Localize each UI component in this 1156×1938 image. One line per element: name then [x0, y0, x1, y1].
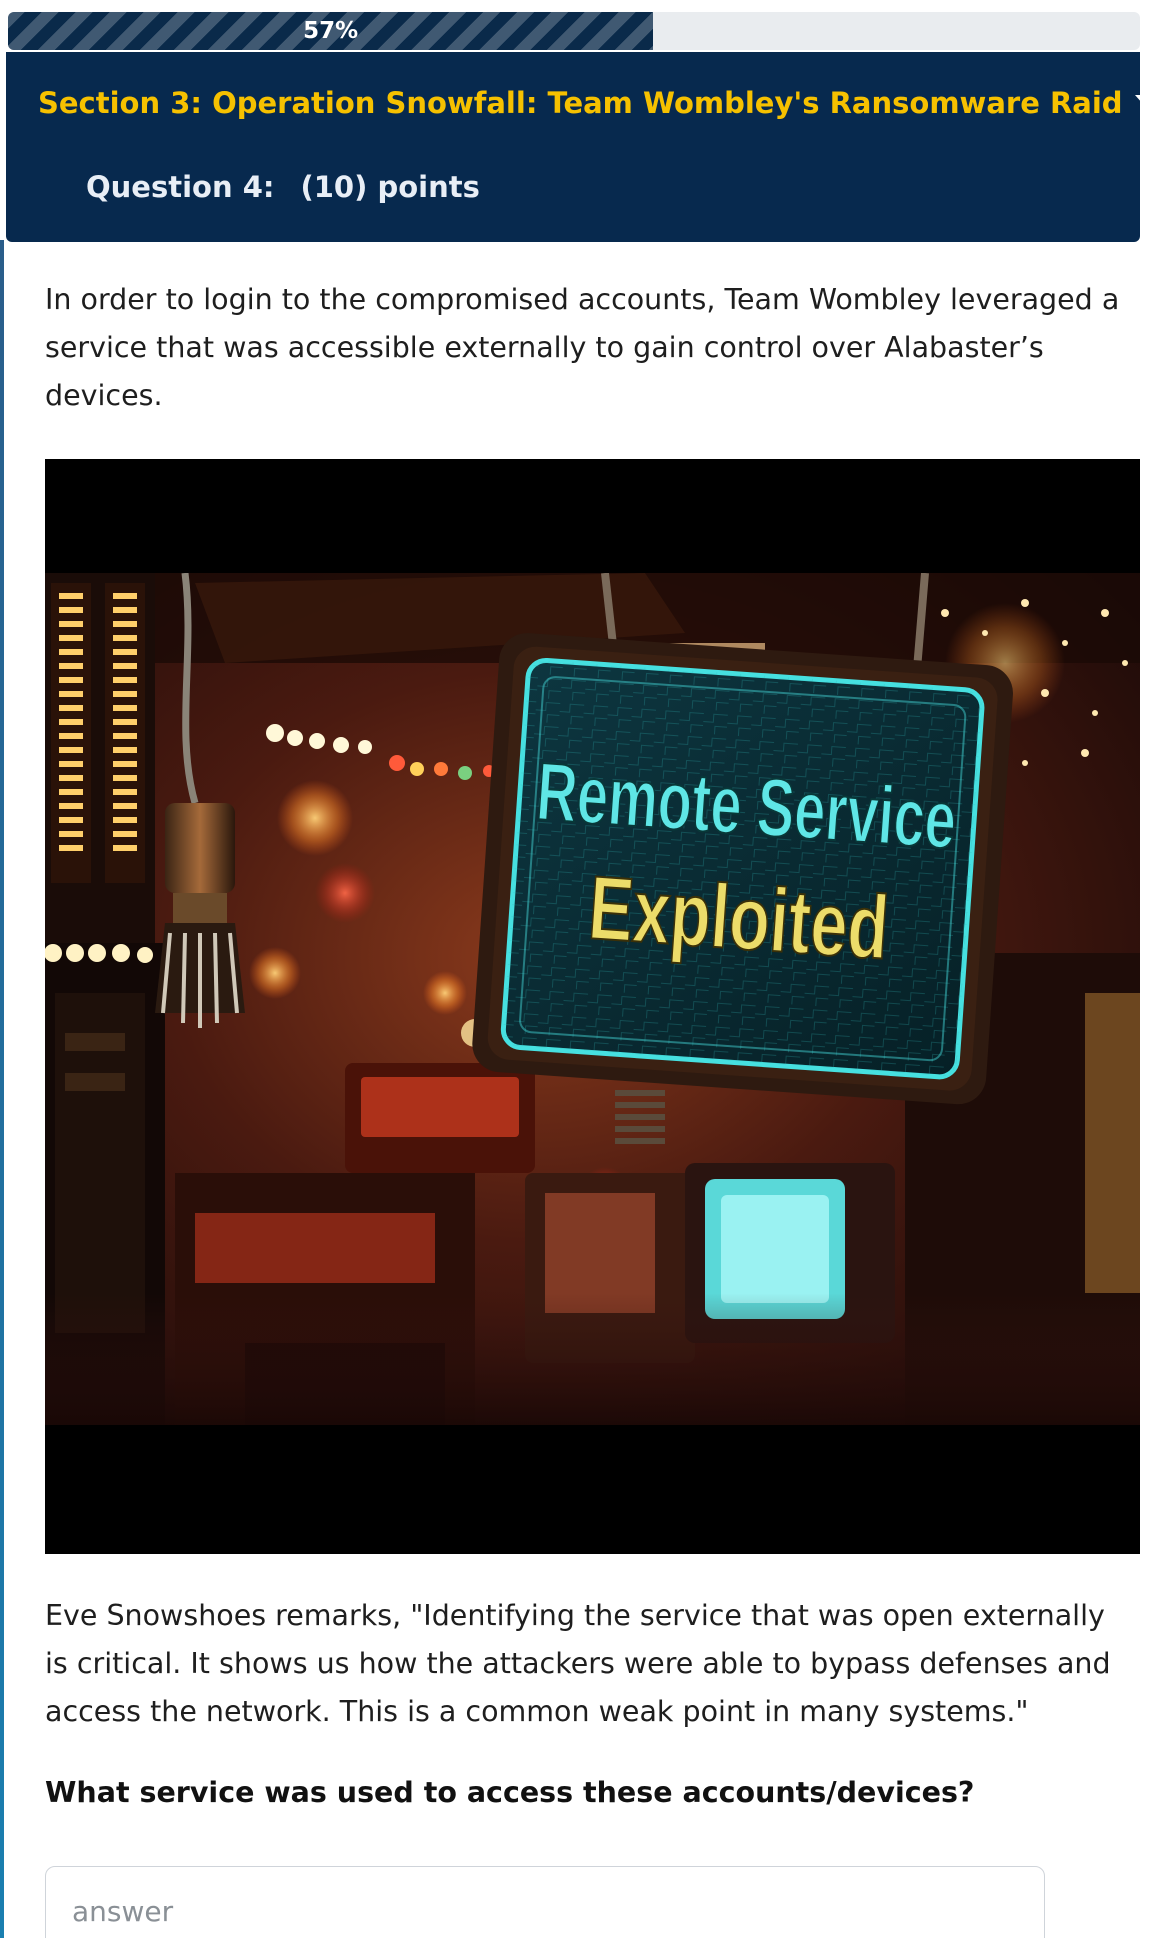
caret-down-icon	[1134, 94, 1151, 104]
answer-input[interactable]	[45, 1866, 1045, 1938]
section-title: Section 3: Operation Snowfall: Team Womb…	[38, 86, 1123, 120]
quote-paragraph: Eve Snowshoes remarks, "Identifying the …	[45, 1599, 1111, 1728]
question-text: What service was used to access these ac…	[45, 1776, 975, 1809]
sign-text-line-2: Exploited	[586, 858, 892, 979]
remote-service-illustration: Remote Service Exploited	[45, 573, 1140, 1425]
section-dropdown-toggle[interactable]: Section 3: Operation Snowfall: Team Womb…	[38, 86, 1151, 120]
question-header: Section 3: Operation Snowfall: Team Womb…	[6, 52, 1151, 242]
left-accent-bar	[0, 240, 4, 1938]
quiz-page: 57% Section 3: Operation Snowfall: Team …	[0, 0, 1156, 1938]
points-label: (10) points	[300, 170, 480, 204]
intro-paragraph: In order to login to the compromised acc…	[45, 283, 1120, 412]
question-info: Question 4: (10) points	[86, 170, 480, 204]
question-label: Question 4:	[86, 170, 275, 204]
progress-fill: 57%	[8, 12, 654, 50]
question-image: Remote Service Exploited	[45, 459, 1140, 1554]
progress-bar: 57%	[8, 12, 1140, 50]
progress-label: 57%	[303, 18, 359, 44]
